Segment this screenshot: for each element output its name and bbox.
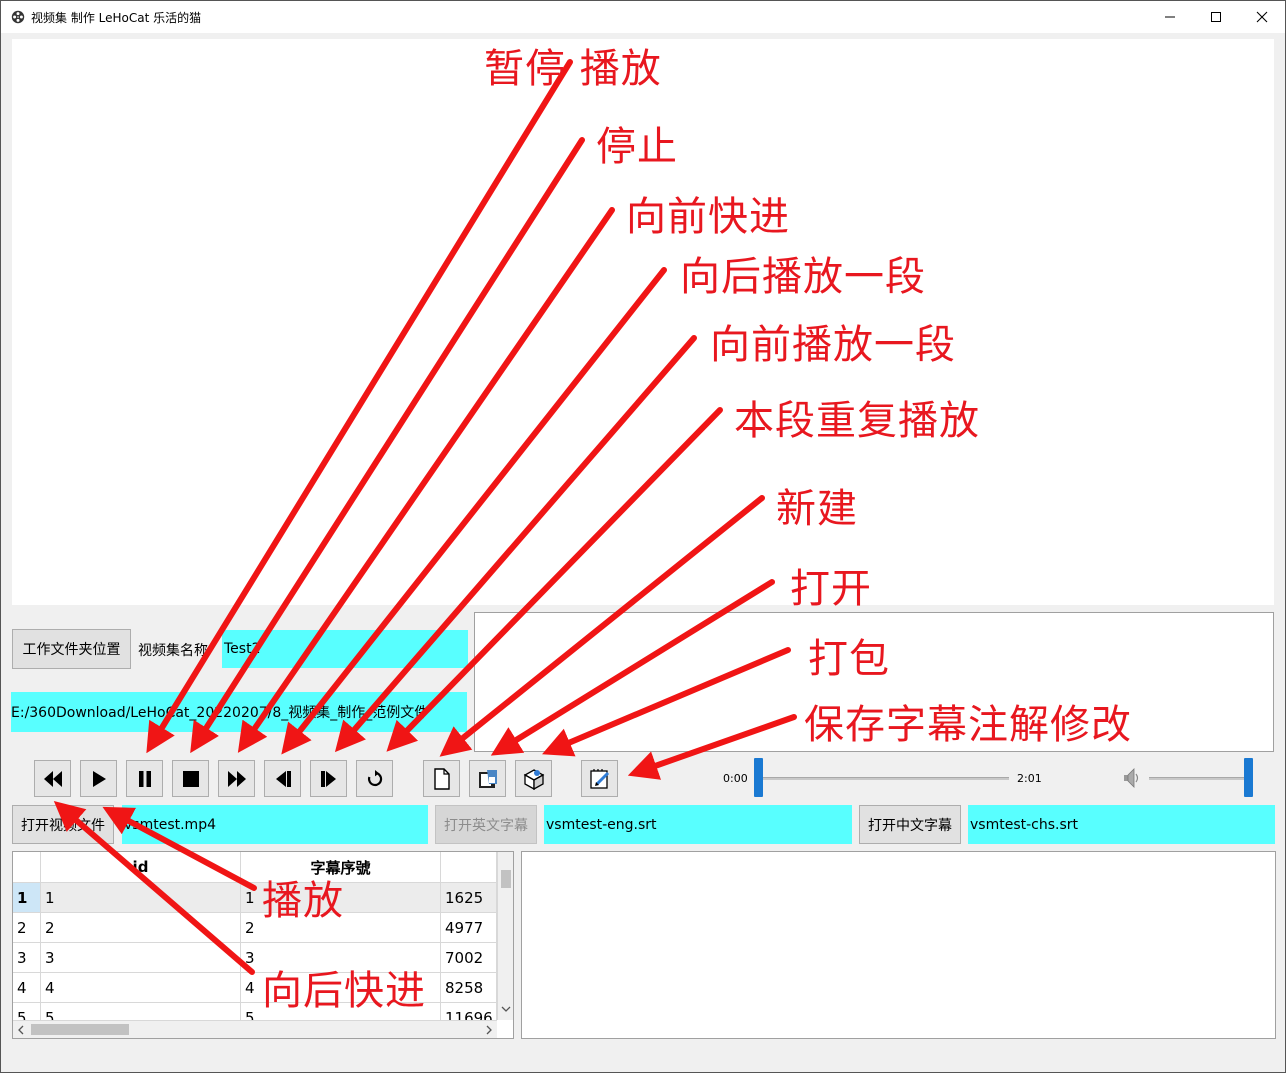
vertical-scrollbar[interactable] (497, 852, 513, 1020)
eng-sub-file-field[interactable]: vsmtest-eng.srt (544, 805, 852, 844)
annotation-fast-forward: 向前快进 (626, 194, 790, 240)
save-edit-icon (589, 768, 609, 789)
row-number: 3 (13, 943, 41, 972)
time-start: 0:00 (723, 772, 748, 785)
horizontal-scroll-thumb[interactable] (31, 1024, 129, 1035)
annotation-save-edits: 保存字幕注解修改 (804, 702, 1132, 748)
pause-button[interactable] (126, 760, 163, 797)
cell-id[interactable]: 3 (41, 943, 241, 972)
row-number: 4 (13, 973, 41, 1002)
cell-time[interactable]: 8258 (441, 973, 497, 1002)
fast-forward-button[interactable] (218, 760, 255, 797)
annotation-package: 打包 (808, 636, 890, 682)
package-icon (523, 768, 544, 790)
new-file-icon (433, 767, 450, 790)
table-row[interactable]: 2 2 2 4977 (13, 912, 497, 942)
annotation-play-back-segment: 向后播放一段 (680, 254, 926, 300)
column-header-time[interactable] (441, 852, 497, 882)
package-button[interactable] (515, 760, 552, 797)
video-file-field[interactable]: vsmtest.mp4 (122, 805, 428, 844)
fast-forward-icon (227, 770, 246, 787)
film-reel-icon (11, 10, 25, 24)
annotation-play: 播放 (262, 878, 344, 924)
set-name-field[interactable]: Test2 (222, 630, 468, 668)
play-icon (92, 770, 106, 787)
row-number: 1 (13, 883, 41, 912)
annotation-open: 打开 (790, 566, 872, 612)
cell-id[interactable]: 4 (41, 973, 241, 1002)
table-row[interactable]: 1 1 1 1625 (13, 882, 497, 912)
rewind-icon (43, 770, 62, 787)
step-back-icon (275, 770, 291, 787)
annotation-new: 新建 (776, 486, 858, 532)
annotation-box[interactable] (521, 851, 1276, 1039)
open-chs-sub-button[interactable]: 打开中文字幕 (859, 805, 961, 844)
cell-time[interactable]: 1625 (441, 883, 497, 912)
scroll-left-icon[interactable] (17, 1025, 25, 1035)
play-button[interactable] (80, 760, 117, 797)
column-header-id[interactable]: id (41, 852, 241, 882)
cell-id[interactable]: 2 (41, 913, 241, 942)
title-bar: 视频集 制作 LeHoCat 乐活的猫 (1, 1, 1285, 33)
stop-icon (182, 770, 199, 787)
annotation-stop: 停止 (596, 124, 678, 170)
repeat-button[interactable] (356, 760, 393, 797)
annotation-play-forward-segment: 向前播放一段 (710, 322, 956, 368)
horizontal-scrollbar[interactable] (13, 1020, 497, 1038)
close-icon (1256, 11, 1268, 23)
annotation-pause-play: 暂停 播放 (484, 46, 662, 92)
speaker-icon[interactable] (1123, 767, 1141, 789)
workdir-button[interactable]: 工作文件夹位置 (12, 629, 131, 669)
repeat-icon (367, 769, 382, 786)
step-forward-button[interactable] (310, 760, 347, 797)
pause-icon (138, 770, 151, 787)
new-button[interactable] (423, 760, 460, 797)
minimize-button[interactable] (1147, 1, 1193, 33)
close-button[interactable] (1239, 1, 1285, 33)
progress-track[interactable] (759, 777, 1009, 780)
annotation-rewind: 向后快进 (262, 968, 426, 1014)
open-icon (478, 769, 497, 788)
window-title: 视频集 制作 LeHoCat 乐活的猫 (31, 11, 202, 25)
row-number: 2 (13, 913, 41, 942)
set-name-label: 视频集名称 (138, 643, 208, 659)
step-back-button[interactable] (264, 760, 301, 797)
workdir-path-field[interactable]: E:/360Download/LeHoCat_20220207/8_视频集_制作… (11, 692, 467, 732)
scroll-down-icon[interactable] (501, 1005, 511, 1013)
rewind-button[interactable] (34, 760, 71, 797)
cell-time[interactable]: 4977 (441, 913, 497, 942)
annotation-repeat-segment: 本段重复播放 (734, 398, 980, 444)
open-video-button[interactable]: 打开视频文件 (12, 805, 114, 844)
chs-sub-file-field[interactable]: vsmtest-chs.srt (968, 805, 1275, 844)
open-eng-sub-button[interactable]: 打开英文字幕 (435, 805, 537, 844)
maximize-icon (1211, 12, 1221, 22)
volume-handle[interactable] (1244, 758, 1253, 797)
cell-id[interactable]: 1 (41, 883, 241, 912)
scroll-right-icon[interactable] (485, 1025, 493, 1035)
stop-button[interactable] (172, 760, 209, 797)
cell-time[interactable]: 7002 (441, 943, 497, 972)
vertical-scroll-thumb[interactable] (501, 870, 511, 888)
open-button[interactable] (469, 760, 506, 797)
step-forward-icon (320, 770, 336, 787)
progress-handle[interactable] (754, 758, 763, 797)
save-edits-button[interactable] (581, 760, 618, 797)
volume-track[interactable] (1149, 777, 1251, 780)
minimize-icon (1165, 16, 1175, 18)
corner-header (13, 852, 41, 882)
maximize-button[interactable] (1193, 1, 1239, 33)
time-end: 2:01 (1017, 772, 1042, 785)
